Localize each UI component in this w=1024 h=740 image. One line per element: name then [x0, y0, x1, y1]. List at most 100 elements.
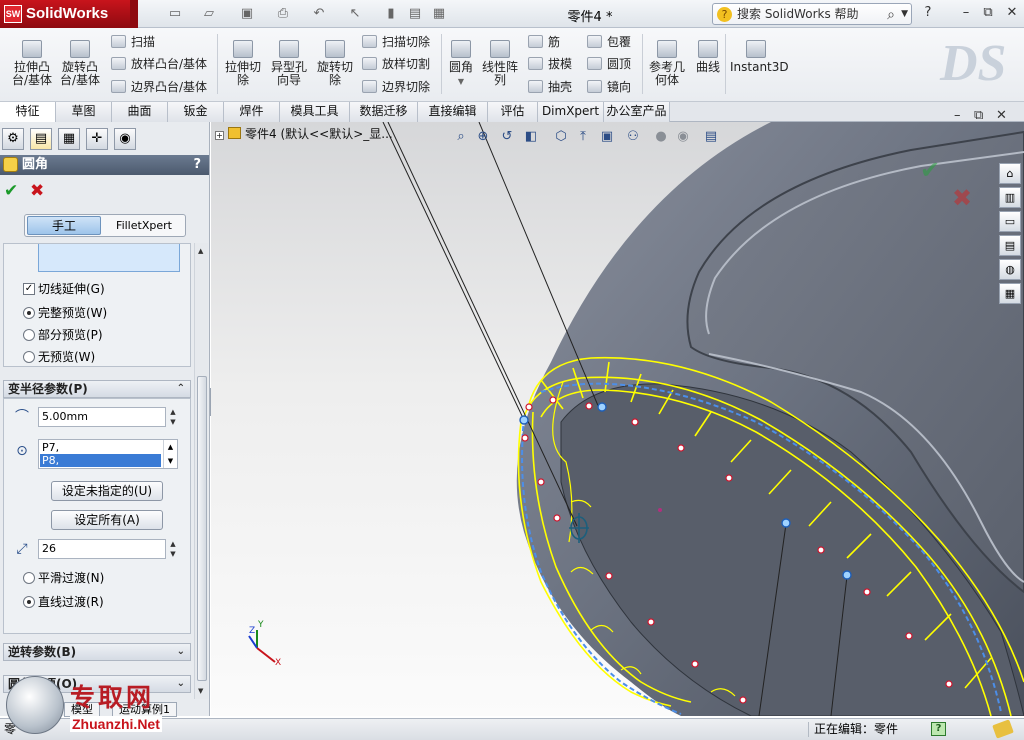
- edit-appearance-icon[interactable]: ●: [651, 127, 671, 147]
- dome-button[interactable]: 圆顶: [587, 56, 631, 72]
- manual-tab[interactable]: 手工: [27, 216, 101, 235]
- vertex-item-selected[interactable]: P8,: [40, 454, 161, 467]
- hide-show-items-icon[interactable]: ⚇: [623, 127, 643, 147]
- design-library-icon[interactable]: ▥: [999, 187, 1021, 208]
- draft-button[interactable]: 拔模: [528, 56, 572, 72]
- dimxpert-manager-icon[interactable]: ✛: [86, 128, 108, 150]
- section-view-icon[interactable]: ◧: [521, 127, 541, 147]
- print-icon[interactable]: ⎙: [274, 6, 292, 22]
- radius-spinner[interactable]: ▲ ▼: [167, 407, 179, 427]
- tangent-propagation-checkbox[interactable]: ✓ 切线延伸(G): [23, 282, 105, 296]
- tab-3[interactable]: 钣金: [168, 102, 224, 122]
- new-file-icon[interactable]: ▭: [166, 6, 184, 22]
- options-icon[interactable]: ▦: [430, 6, 448, 22]
- file-explorer-icon[interactable]: ▭: [999, 211, 1021, 232]
- apply-scene-icon[interactable]: ◉: [673, 127, 693, 147]
- curves-button[interactable]: 曲线: [692, 40, 724, 74]
- straight-transition-radio[interactable]: 直线过渡(R): [23, 595, 104, 609]
- tab-4[interactable]: 焊件: [224, 102, 280, 122]
- extrude-cut-button[interactable]: 拉伸切 除: [222, 40, 264, 87]
- search-dropdown-icon[interactable]: ▼: [901, 4, 908, 24]
- rebuild-icon[interactable]: ▮: [382, 6, 400, 22]
- restore-button[interactable]: ⧉: [980, 5, 996, 20]
- collapse-chevron-icon[interactable]: ⌃: [177, 381, 185, 397]
- doc-restore-button[interactable]: ⧉: [974, 108, 983, 123]
- magnifier-icon[interactable]: ⌕: [887, 5, 895, 25]
- shell-button[interactable]: 抽壳: [528, 79, 572, 95]
- property-manager-icon[interactable]: ▤: [30, 128, 52, 150]
- scroll-up-icon[interactable]: ▲: [198, 247, 203, 255]
- scroll-thumb[interactable]: [197, 376, 207, 681]
- vertex-list[interactable]: P7, P8, ▲ ▼: [38, 439, 178, 469]
- tab-5[interactable]: 模具工具: [280, 102, 350, 122]
- expand-chevron-icon[interactable]: ⌄: [177, 644, 185, 660]
- variable-radius-section-header[interactable]: 变半径参数(P) ⌃: [3, 380, 191, 398]
- confirmation-cancel-icon[interactable]: ✖: [952, 184, 972, 212]
- tab-0[interactable]: 特征: [0, 102, 56, 123]
- fillet-button[interactable]: 圆角 ▼: [446, 40, 476, 88]
- zoom-to-fit-icon[interactable]: ⌕: [451, 127, 471, 147]
- pm-scrollbar[interactable]: ▲ ▼: [194, 243, 208, 699]
- undo-icon[interactable]: ↶: [310, 6, 328, 22]
- edges-selection-list[interactable]: [38, 244, 180, 272]
- tab-8[interactable]: 评估: [488, 102, 538, 122]
- custom-properties-icon[interactable]: ▦: [999, 283, 1021, 304]
- instant3d-button[interactable]: Instant3D: [730, 40, 789, 74]
- tab-7[interactable]: 直接编辑: [418, 102, 488, 122]
- display-style-icon[interactable]: ▣: [597, 127, 617, 147]
- view-orientation-icon[interactable]: ⬡: [551, 127, 571, 147]
- pm-help-icon[interactable]: ?: [193, 155, 201, 175]
- instances-input[interactable]: 26: [38, 539, 166, 559]
- configuration-manager-icon[interactable]: ▦: [58, 128, 80, 150]
- vertex-item[interactable]: P7,: [40, 441, 161, 454]
- wrap-button[interactable]: 包覆: [587, 34, 631, 50]
- smooth-transition-radio[interactable]: 平滑过渡(N): [23, 571, 104, 585]
- rib-button[interactable]: 筋: [528, 34, 560, 50]
- graphics-area[interactable]: + 零件4 (默认<<默认>_显... ⌕ ⊕ ↺ ◧ ⬡ ⤒ ▣ ⚇ ● ◉ ▤…: [211, 122, 1024, 716]
- quick-tips-icon[interactable]: ?: [931, 722, 946, 736]
- view-palette-icon[interactable]: ▤: [999, 235, 1021, 256]
- full-preview-radio[interactable]: 完整预览(W): [23, 306, 107, 320]
- help-search-input[interactable]: ? 搜索 SolidWorks 帮助 ⌕ ▼: [712, 3, 912, 25]
- feature-manager-icon[interactable]: ⚙: [2, 128, 24, 150]
- close-button[interactable]: ✕: [1004, 5, 1020, 20]
- minimize-button[interactable]: –: [958, 5, 974, 20]
- sweep-button[interactable]: 扫描: [111, 34, 155, 50]
- menu-expand-arrow[interactable]: [130, 0, 138, 28]
- tab-6[interactable]: 数据迁移: [350, 102, 418, 122]
- loft-button[interactable]: 放样凸台/基体: [111, 56, 207, 72]
- rotate-view-icon[interactable]: ⤒: [573, 127, 593, 147]
- tab-10[interactable]: 办公室产品: [604, 102, 670, 122]
- sweep-cut-button[interactable]: 扫描切除: [362, 34, 430, 50]
- cancel-button[interactable]: ✖: [30, 182, 44, 200]
- doc-minimize-button[interactable]: –: [954, 108, 961, 123]
- view-settings-icon[interactable]: ▤: [701, 127, 721, 147]
- tag-icon[interactable]: [992, 719, 1014, 739]
- tab-2[interactable]: 曲面: [112, 102, 168, 122]
- help-button[interactable]: ?: [920, 5, 936, 20]
- flyout-feature-tree[interactable]: + 零件4 (默认<<默认>_显...: [215, 126, 393, 142]
- previous-view-icon[interactable]: ↺: [497, 127, 517, 147]
- confirmation-ok-icon[interactable]: ✔: [920, 156, 940, 184]
- mirror-button[interactable]: 镜向: [587, 79, 631, 95]
- filletxpert-tab[interactable]: FilletXpert: [105, 216, 183, 235]
- linear-pattern-button[interactable]: 线性阵 列: [480, 40, 520, 87]
- ok-button[interactable]: ✔: [4, 182, 18, 200]
- solidworks-resources-icon[interactable]: ⌂: [999, 163, 1021, 184]
- zoom-area-icon[interactable]: ⊕: [473, 127, 493, 147]
- radius-input[interactable]: 5.00mm: [38, 407, 166, 427]
- loft-cut-button[interactable]: 放样切割: [362, 56, 430, 72]
- revolve-boss-button[interactable]: 旋转凸 台/基体: [56, 40, 104, 87]
- solidworks-logo[interactable]: SW SolidWorks: [0, 0, 130, 28]
- reference-geometry-button[interactable]: 参考几 何体: [647, 40, 687, 87]
- set-unassigned-button[interactable]: 设定未指定的(U): [51, 481, 163, 501]
- setback-section-header[interactable]: 逆转参数(B) ⌄: [3, 643, 191, 661]
- save-icon[interactable]: ▣: [238, 6, 256, 22]
- boundary-cut-button[interactable]: 边界切除: [362, 79, 430, 95]
- appearances-icon[interactable]: ◍: [999, 259, 1021, 280]
- tab-1[interactable]: 草图: [56, 102, 112, 122]
- set-all-button[interactable]: 设定所有(A): [51, 510, 163, 530]
- boundary-boss-button[interactable]: 边界凸台/基体: [111, 79, 207, 95]
- fillet-dropdown-icon[interactable]: ▼: [446, 75, 476, 88]
- file-properties-icon[interactable]: ▤: [406, 6, 424, 22]
